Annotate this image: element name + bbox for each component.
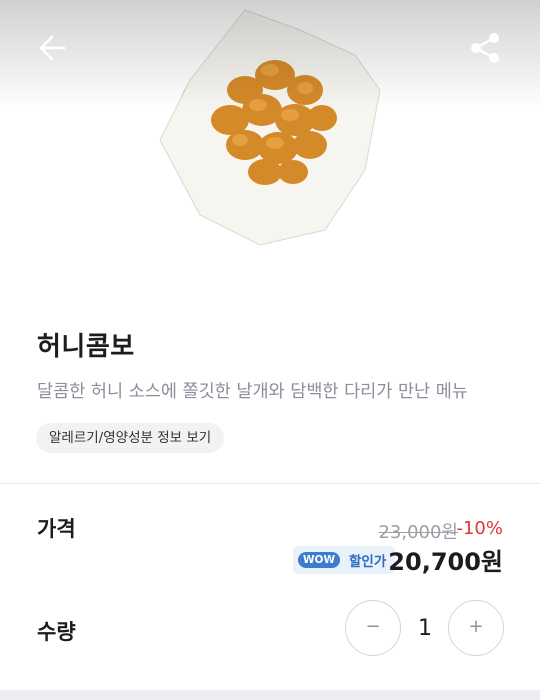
- quantity-value: 1: [418, 616, 432, 641]
- price-label: 가격: [37, 517, 76, 541]
- discount-rate: -10%: [456, 518, 503, 539]
- arrow-left-icon: [39, 35, 66, 61]
- product-hero: [0, 0, 540, 300]
- back-button[interactable]: [34, 30, 74, 66]
- wow-discount-badge: WOW 할인가: [293, 546, 395, 574]
- product-name: 허니콤보: [37, 332, 135, 362]
- allergy-nutrition-info-button[interactable]: 알레르기/영양성분 정보 보기: [36, 423, 225, 453]
- quantity-decrease-button[interactable]: −: [345, 600, 401, 656]
- quantity-label: 수량: [37, 620, 76, 644]
- quantity-increase-button[interactable]: +: [448, 600, 504, 656]
- share-icon: [471, 33, 499, 63]
- section-divider: [0, 483, 540, 484]
- sale-price: 20,700원: [388, 548, 503, 576]
- bottom-divider-band: [0, 690, 540, 700]
- product-description: 달콤한 허니 소스에 쫄깃한 날개와 담백한 다리가 만난 메뉴: [37, 382, 468, 402]
- wow-badge-text: 할인가: [349, 554, 387, 570]
- original-price: 23,000원: [378, 522, 458, 543]
- wow-pill: WOW: [298, 552, 340, 568]
- header-gradient: [0, 0, 540, 110]
- share-button[interactable]: [466, 28, 506, 68]
